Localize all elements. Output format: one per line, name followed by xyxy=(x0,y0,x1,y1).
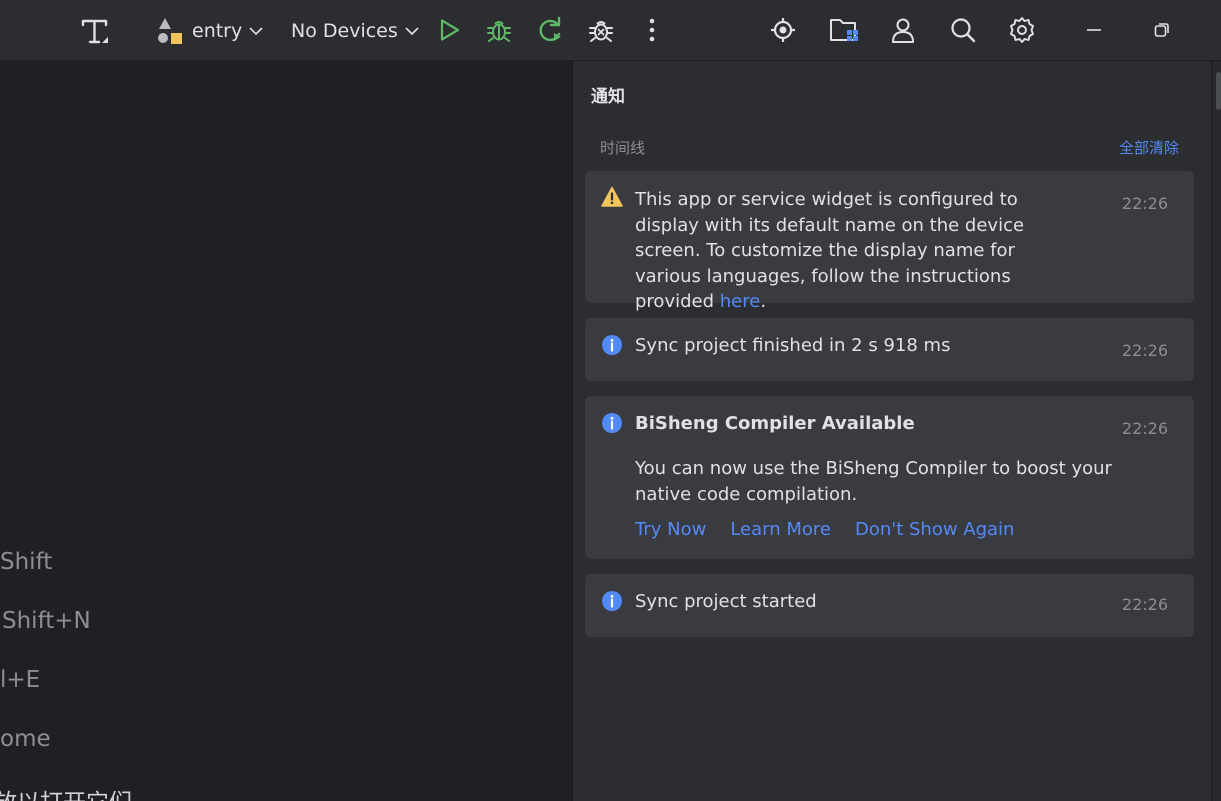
notification-message: You can now use the BiSheng Compiler to … xyxy=(635,458,1112,505)
more-actions-button[interactable] xyxy=(640,14,664,46)
editor-hint: Shift+N xyxy=(2,608,91,634)
search-button[interactable] xyxy=(947,14,979,46)
panel-title: 通知 xyxy=(591,87,625,107)
warning-icon xyxy=(601,186,623,207)
here-link[interactable]: here xyxy=(720,291,761,312)
chevron-down-icon xyxy=(249,27,263,36)
editor-empty-area: Shift Shift+N l+E ome 放以打开它们 xyxy=(0,61,572,801)
notification-message: Sync project started xyxy=(635,591,817,612)
chevron-down-icon xyxy=(405,27,419,36)
panel-scrollbar-track[interactable] xyxy=(1211,61,1221,801)
device-selector-label: No Devices xyxy=(291,20,398,42)
run-button[interactable] xyxy=(433,14,465,46)
notification-time: 22:26 xyxy=(1121,194,1168,213)
notification-message: Sync project finished in 2 s 918 ms xyxy=(635,335,951,356)
notifications-panel: 通知 时间线 全部清除 This app or service widget i… xyxy=(573,61,1211,801)
info-icon xyxy=(602,335,622,355)
notification-card[interactable]: This app or service widget is configured… xyxy=(585,171,1194,312)
clear-all-link[interactable]: 全部清除 xyxy=(1119,137,1179,158)
project-structure-button[interactable] xyxy=(827,14,861,46)
notification-time: 22:26 xyxy=(1121,341,1168,360)
notification-card[interactable]: BiSheng Compiler Available 22:26 You can… xyxy=(585,396,1194,559)
module-name: entry xyxy=(192,20,243,42)
main-toolbar: entry No Devices xyxy=(0,0,1221,61)
refresh-icon xyxy=(539,16,561,42)
notification-card[interactable]: Sync project finished in 2 s 918 ms 22:2… xyxy=(585,318,1194,381)
editor-hint: 放以打开它们 xyxy=(0,783,132,801)
bug-attach-icon xyxy=(589,21,613,42)
notification-card[interactable]: Sync project started 22:26 xyxy=(585,574,1194,637)
attach-debugger-button[interactable] xyxy=(585,14,617,46)
device-selector[interactable]: No Devices xyxy=(291,12,420,50)
target-icon xyxy=(771,18,795,42)
settings-button[interactable] xyxy=(1006,14,1038,46)
module-shapes-icon xyxy=(158,18,182,44)
notification-time: 22:26 xyxy=(1121,595,1168,614)
notification-message: This app or service widget is configured… xyxy=(635,189,1025,312)
minimize-window-button[interactable] xyxy=(1080,14,1108,46)
try-now-link[interactable]: Try Now xyxy=(635,519,706,540)
user-icon xyxy=(892,18,914,43)
info-icon xyxy=(602,413,622,433)
editor-hint: ome xyxy=(0,726,51,752)
minimize-icon xyxy=(1087,29,1101,31)
learn-more-link[interactable]: Learn More xyxy=(730,519,831,540)
debug-button[interactable] xyxy=(483,14,515,46)
folder-icon xyxy=(830,19,858,41)
app-logo-icon[interactable] xyxy=(76,13,114,49)
restore-icon xyxy=(1154,23,1169,37)
bug-icon xyxy=(487,21,511,42)
editor-hint: Shift xyxy=(0,549,53,575)
notification-time: 22:26 xyxy=(1121,419,1168,438)
timeline-label: 时间线 xyxy=(600,139,646,157)
gear-icon xyxy=(1010,17,1034,43)
module-selector[interactable]: entry xyxy=(154,12,264,50)
account-button[interactable] xyxy=(887,14,919,46)
editor-hint: l+E xyxy=(0,667,41,693)
search-icon xyxy=(951,18,976,43)
info-icon xyxy=(602,591,622,611)
notification-title: BiSheng Compiler Available xyxy=(635,413,915,434)
restore-window-button[interactable] xyxy=(1148,14,1176,46)
dont-show-again-link[interactable]: Don't Show Again xyxy=(855,519,1014,540)
rerun-button[interactable] xyxy=(534,14,566,46)
panel-scrollbar-thumb[interactable] xyxy=(1216,72,1221,110)
more-vertical-icon xyxy=(649,18,655,42)
device-manager-button[interactable] xyxy=(767,14,799,46)
notification-actions: Try Now Learn More Don't Show Again xyxy=(635,519,1014,540)
play-icon xyxy=(440,19,460,41)
